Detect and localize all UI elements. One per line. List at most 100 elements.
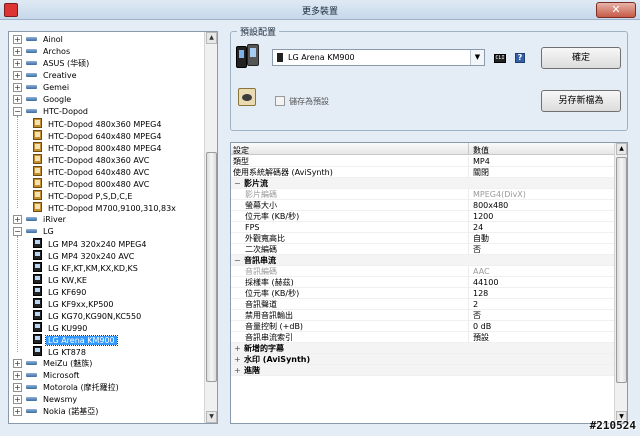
ok-button[interactable]: 確定 [541, 47, 621, 69]
grid-row[interactable]: 音量控制 (+dB) 0 dB [231, 321, 615, 332]
save-default-checkbox[interactable] [275, 96, 285, 106]
collapse-icon[interactable]: − [234, 255, 241, 266]
grid-value[interactable]: 關閉 [473, 167, 489, 178]
collapse-icon[interactable]: − [13, 227, 22, 236]
tree-item-brand[interactable]: + Archos [13, 46, 72, 58]
expand-icon[interactable]: + [234, 343, 241, 354]
tree-item-profile[interactable]: HTC-Dopod 640x480 AVC [33, 166, 151, 178]
expand-icon[interactable]: + [13, 383, 22, 392]
grid-row[interactable]: 影片編碼 MPEG4(DivX) [231, 189, 615, 200]
tree-item-brand[interactable]: + iRiver [13, 214, 68, 226]
grid-row[interactable]: 音訊串流索引 預設 [231, 332, 615, 343]
tree-item-brand[interactable]: + Microsoft [13, 370, 81, 382]
grid-category-row[interactable]: − 影片流 [231, 178, 615, 189]
tree-item-profile[interactable]: LG Arena KM900 [33, 334, 118, 346]
tree-item-brand[interactable]: − HTC-Dopod [13, 106, 90, 118]
grid-value[interactable]: 44100 [473, 277, 498, 288]
tree-item-profile[interactable]: LG MP4 320x240 AVC [33, 250, 136, 262]
cli-icon[interactable]: CLI [494, 54, 506, 63]
tree-item-brand[interactable]: + Newsmy [13, 394, 79, 406]
expand-icon[interactable]: + [234, 365, 241, 376]
expand-icon[interactable]: + [234, 354, 241, 365]
tree-item-brand[interactable]: + ASUS (华硕) [13, 58, 91, 70]
tree-item-profile[interactable]: HTC-Dopod 480x360 MPEG4 [33, 118, 163, 130]
scroll-thumb[interactable] [206, 152, 217, 382]
tree-item-brand[interactable]: − LG [13, 226, 56, 238]
grid-row[interactable]: 音訊編碼 AAC [231, 266, 615, 277]
tree-item-profile[interactable]: LG KT878 [33, 346, 88, 358]
grid-row[interactable]: 外觀寬高比 自動 [231, 233, 615, 244]
tree-item-profile[interactable]: LG KG70,KG90N,KC550 [33, 310, 143, 322]
expand-icon[interactable]: + [13, 359, 22, 368]
grid-category-row[interactable]: + 新增的字幕 [231, 343, 615, 354]
tree-item-profile[interactable]: LG KF9xx,KP500 [33, 298, 116, 310]
expand-icon[interactable]: + [13, 215, 22, 224]
expand-icon[interactable]: + [13, 407, 22, 416]
tree-item-brand[interactable]: + Gemei [13, 82, 71, 94]
grid-value[interactable]: 0 dB [473, 321, 491, 332]
preset-select[interactable]: LG Arena KM900 ▼ [272, 49, 485, 66]
grid-value[interactable]: 否 [473, 310, 481, 321]
grid-row[interactable]: 禁用音訊輸出 否 [231, 310, 615, 321]
expand-icon[interactable]: + [13, 395, 22, 404]
grid-row[interactable]: 音訊聲道 2 [231, 299, 615, 310]
tree-item-profile[interactable]: HTC-Dopod M700,9100,310,83x [33, 202, 178, 214]
collapse-icon[interactable]: − [13, 107, 22, 116]
expand-icon[interactable]: + [13, 71, 22, 80]
grid-value[interactable]: 否 [473, 244, 481, 255]
grid-category-row[interactable]: − 音訊串流 [231, 255, 615, 266]
scroll-thumb[interactable] [616, 157, 627, 383]
expand-icon[interactable]: + [13, 59, 22, 68]
help-icon[interactable]: ? [515, 53, 525, 63]
grid-row[interactable]: FPS 24 [231, 222, 615, 233]
grid-row[interactable]: 位元率 (KB/秒) 128 [231, 288, 615, 299]
tree-item-profile[interactable]: HTC-Dopod 800x480 AVC [33, 178, 151, 190]
tree-item-brand[interactable]: + Google [13, 94, 73, 106]
expand-icon[interactable]: + [13, 371, 22, 380]
grid-row[interactable]: 二次編碼 否 [231, 244, 615, 255]
grid-row[interactable]: 類型 MP4 [231, 156, 615, 167]
close-button[interactable]: ✕ [596, 2, 636, 18]
tree-item-brand[interactable]: + Motorola (摩托羅拉) [13, 382, 121, 394]
scroll-down-arrow-icon[interactable]: ▼ [206, 411, 217, 423]
grid-row[interactable]: 位元率 (KB/秒) 1200 [231, 211, 615, 222]
grid-value[interactable]: 24 [473, 222, 483, 233]
tree-item-profile[interactable]: LG KW,KE [33, 274, 89, 286]
tree-item-profile[interactable]: HTC-Dopod 480x360 AVC [33, 154, 151, 166]
tree-item-profile[interactable]: LG MP4 320x240 MPEG4 [33, 238, 148, 250]
tree-item-profile[interactable]: HTC-Dopod 800x480 MPEG4 [33, 142, 163, 154]
grid-value[interactable]: 800x480 [473, 200, 508, 211]
grid-row[interactable]: 採樣率 (赫茲) 44100 [231, 277, 615, 288]
expand-icon[interactable]: + [13, 35, 22, 44]
expand-icon[interactable]: + [13, 95, 22, 104]
chevron-down-icon[interactable]: ▼ [470, 50, 484, 65]
tree-item-brand[interactable]: + Ainol [13, 34, 65, 46]
expand-icon[interactable]: + [13, 47, 22, 56]
tree-scrollbar[interactable]: ▲ ▼ [204, 32, 217, 423]
grid-value[interactable]: 128 [473, 288, 488, 299]
tree-item-brand[interactable]: + Creative [13, 70, 79, 82]
tree-item-brand[interactable]: + Nokia (諾基亞) [13, 406, 100, 418]
scroll-up-arrow-icon[interactable]: ▲ [206, 32, 217, 44]
grid-row[interactable]: 螢幕大小 800x480 [231, 200, 615, 211]
grid-category-row[interactable]: + 水印 (AviSynth) [231, 354, 615, 365]
grid-scrollbar[interactable]: ▲ ▼ [614, 143, 627, 423]
grid-value[interactable]: MPEG4(DivX) [473, 189, 526, 200]
grid-value[interactable]: AAC [473, 266, 490, 277]
tree-item-profile[interactable]: HTC-Dopod P,S,D,C,E [33, 190, 134, 202]
tree-item-profile[interactable]: LG KU990 [33, 322, 89, 334]
expand-icon[interactable]: + [13, 83, 22, 92]
tree-item-profile[interactable]: LG KF,KT,KM,KX,KD,KS [33, 262, 140, 274]
tree-item-brand[interactable]: + MeiZu (魅族) [13, 358, 94, 370]
grid-value[interactable]: 預設 [473, 332, 489, 343]
save-default-label[interactable]: 儲存為預設 [289, 96, 329, 107]
grid-category-row[interactable]: + 進階 [231, 365, 615, 376]
collapse-icon[interactable]: − [234, 178, 241, 189]
grid-value[interactable]: 1200 [473, 211, 493, 222]
grid-value[interactable]: MP4 [473, 156, 490, 167]
tree-item-profile[interactable]: HTC-Dopod 640x480 MPEG4 [33, 130, 163, 142]
tree-item-profile[interactable]: LG KF690 [33, 286, 88, 298]
save-as-button[interactable]: 另存新檔為 [541, 90, 621, 112]
scroll-up-arrow-icon[interactable]: ▲ [616, 143, 627, 155]
grid-value[interactable]: 自動 [473, 233, 489, 244]
